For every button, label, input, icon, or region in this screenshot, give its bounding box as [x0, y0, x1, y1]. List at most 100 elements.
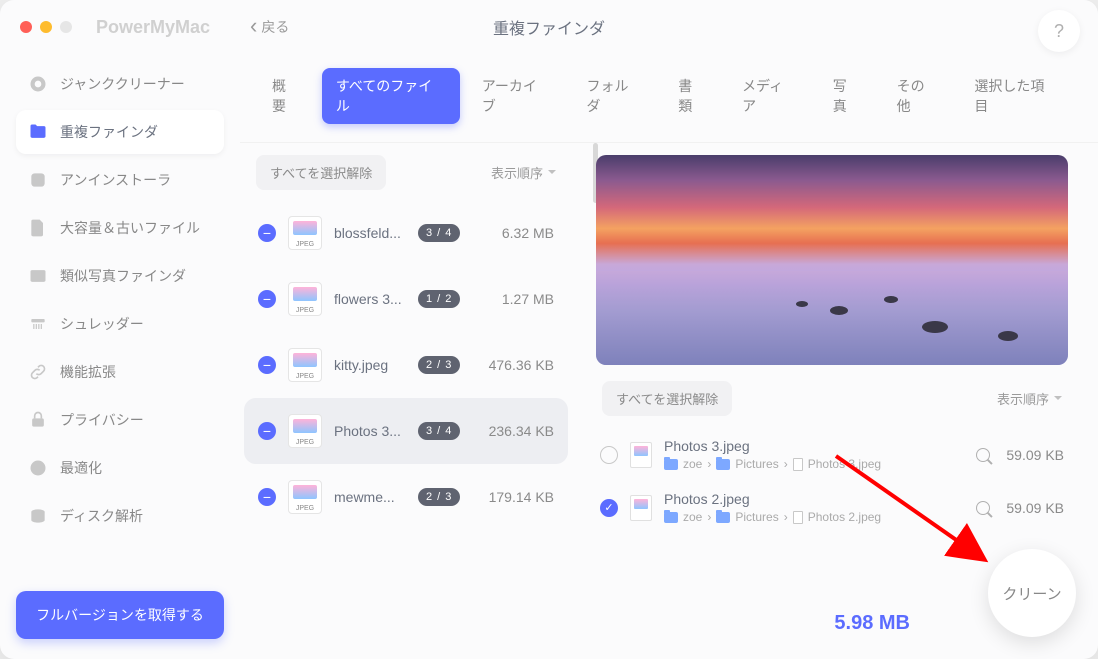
sidebar-item-label: 最適化 — [60, 458, 102, 478]
sidebar-item-label: ディスク解析 — [60, 506, 143, 526]
file-name: blossfeld... — [334, 225, 406, 241]
document-icon — [28, 218, 48, 238]
tab-documents[interactable]: 書類 — [664, 68, 720, 124]
shredder-icon — [28, 314, 48, 334]
duplicate-group-row[interactable]: − blossfeld... 3 / 4 6.32 MB — [244, 200, 568, 266]
help-button[interactable]: ? — [1038, 10, 1080, 52]
duplicate-group-row[interactable]: − kitty.jpeg 2 / 3 476.36 KB — [244, 332, 568, 398]
gear-icon — [28, 74, 48, 94]
file-mini-icon — [793, 458, 803, 471]
duplicate-group-list: − blossfeld... 3 / 4 6.32 MB − flowers 3… — [244, 200, 568, 647]
duplicates-sort-dropdown[interactable]: 表示順序 — [997, 389, 1062, 408]
jpeg-file-icon — [288, 480, 322, 514]
minimize-window-button[interactable] — [40, 21, 52, 33]
deselect-all-button[interactable]: すべてを選択解除 — [256, 155, 386, 190]
maximize-window-button — [60, 21, 72, 33]
duplicate-group-row[interactable]: − flowers 3... 1 / 2 1.27 MB — [244, 266, 568, 332]
tab-other[interactable]: その他 — [883, 68, 953, 124]
duplicate-file-row[interactable]: Photos 2.jpeg zoe› Pictures› Photos 2.jp… — [596, 481, 1068, 534]
get-full-version-button[interactable]: フルバージョンを取得する — [16, 591, 224, 639]
sidebar-item-optimize[interactable]: 最適化 — [16, 446, 224, 490]
sidebar-item-duplicate-finder[interactable]: 重複ファインダ — [16, 110, 224, 154]
globe-icon — [28, 458, 48, 478]
link-icon — [28, 362, 48, 382]
folder-mini-icon — [664, 512, 678, 523]
disk-icon — [28, 506, 48, 526]
tab-selected[interactable]: 選択した項目 — [960, 68, 1072, 124]
jpeg-file-icon — [288, 282, 322, 316]
file-name: mewme... — [334, 489, 406, 505]
jpeg-file-icon — [288, 348, 322, 382]
jpeg-file-icon — [630, 442, 652, 468]
duplicate-file-path: zoe› Pictures› Photos 3.jpeg — [664, 457, 958, 471]
image-preview — [596, 155, 1068, 365]
sidebar-item-junk-cleaner[interactable]: ジャンククリーナー — [16, 62, 224, 106]
sidebar-item-label: プライバシー — [60, 410, 144, 430]
selection-count-badge: 2 / 3 — [418, 356, 460, 374]
tab-photos[interactable]: 写真 — [819, 68, 875, 124]
select-checkbox[interactable] — [600, 499, 618, 517]
duplicate-group-row[interactable]: − mewme... 2 / 3 179.14 KB — [244, 464, 568, 530]
sidebar-item-extensions[interactable]: 機能拡張 — [16, 350, 224, 394]
magnify-icon[interactable] — [976, 448, 990, 462]
folder-icon — [28, 122, 48, 142]
folder-mini-icon — [664, 459, 678, 470]
folder-mini-icon — [716, 459, 730, 470]
sidebar-item-uninstaller[interactable]: アンインストーラ — [16, 158, 224, 202]
folder-mini-icon — [716, 512, 730, 523]
sidebar-item-similar-photos[interactable]: 類似写真ファインダ — [16, 254, 224, 298]
file-name: Photos 3... — [334, 423, 406, 439]
sidebar-item-shredder[interactable]: シュレッダー — [16, 302, 224, 346]
selection-count-badge: 1 / 2 — [418, 290, 460, 308]
tab-media[interactable]: メディア — [728, 68, 811, 124]
duplicate-file-size: 59.09 KB — [1006, 447, 1064, 463]
sidebar-item-label: シュレッダー — [60, 314, 144, 334]
file-size: 6.32 MB — [502, 225, 554, 241]
close-window-button[interactable] — [20, 21, 32, 33]
clean-button[interactable]: クリーン — [988, 549, 1076, 637]
collapse-icon[interactable]: − — [258, 422, 276, 440]
total-selected-size: 5.98 MB — [834, 612, 910, 635]
app-title: PowerMyMac — [96, 17, 210, 38]
jpeg-file-icon — [630, 495, 652, 521]
tab-archives[interactable]: アーカイブ — [468, 68, 565, 124]
sidebar-item-label: 機能拡張 — [60, 362, 116, 382]
file-name: flowers 3... — [334, 291, 406, 307]
sidebar-item-label: 類似写真ファインダ — [60, 266, 186, 286]
file-name: kitty.jpeg — [334, 357, 406, 373]
selection-count-badge: 2 / 3 — [418, 488, 460, 506]
deselect-all-duplicates-button[interactable]: すべてを選択解除 — [602, 381, 732, 416]
duplicate-group-row[interactable]: − Photos 3... 3 / 4 236.34 KB — [244, 398, 568, 464]
duplicate-file-row[interactable]: Photos 3.jpeg zoe› Pictures› Photos 3.jp… — [596, 428, 1068, 481]
selection-count-badge: 3 / 4 — [418, 422, 460, 440]
page-title: 重複ファインダ — [493, 15, 605, 39]
sidebar-item-label: アンインストーラ — [60, 170, 171, 190]
sidebar: ジャンククリーナー 重複ファインダ アンインストーラ 大容量＆古いファイル 類似… — [0, 54, 240, 659]
sidebar-item-label: 大容量＆古いファイル — [60, 218, 200, 238]
tab-all-files[interactable]: すべてのファイル — [322, 68, 460, 124]
file-mini-icon — [793, 511, 803, 524]
sidebar-item-label: ジャンククリーナー — [60, 74, 185, 94]
collapse-icon[interactable]: − — [258, 356, 276, 374]
back-button[interactable]: 戻る — [250, 17, 289, 37]
lock-icon — [28, 410, 48, 430]
tab-overview[interactable]: 概要 — [258, 68, 314, 124]
tab-folders[interactable]: フォルダ — [573, 68, 657, 124]
jpeg-file-icon — [288, 414, 322, 448]
file-size: 179.14 KB — [489, 489, 554, 505]
collapse-icon[interactable]: − — [258, 224, 276, 242]
jpeg-file-icon — [288, 216, 322, 250]
magnify-icon[interactable] — [976, 501, 990, 515]
select-checkbox[interactable] — [600, 446, 618, 464]
collapse-icon[interactable]: − — [258, 290, 276, 308]
sidebar-item-label: 重複ファインダ — [60, 122, 158, 142]
file-size: 476.36 KB — [489, 357, 554, 373]
window-controls[interactable] — [20, 21, 72, 33]
sidebar-item-disk-analysis[interactable]: ディスク解析 — [16, 494, 224, 538]
sidebar-item-large-old-files[interactable]: 大容量＆古いファイル — [16, 206, 224, 250]
sort-order-dropdown[interactable]: 表示順序 — [491, 163, 556, 182]
selection-count-badge: 3 / 4 — [418, 224, 460, 242]
collapse-icon[interactable]: − — [258, 488, 276, 506]
duplicate-file-name: Photos 3.jpeg — [664, 438, 958, 454]
sidebar-item-privacy[interactable]: プライバシー — [16, 398, 224, 442]
